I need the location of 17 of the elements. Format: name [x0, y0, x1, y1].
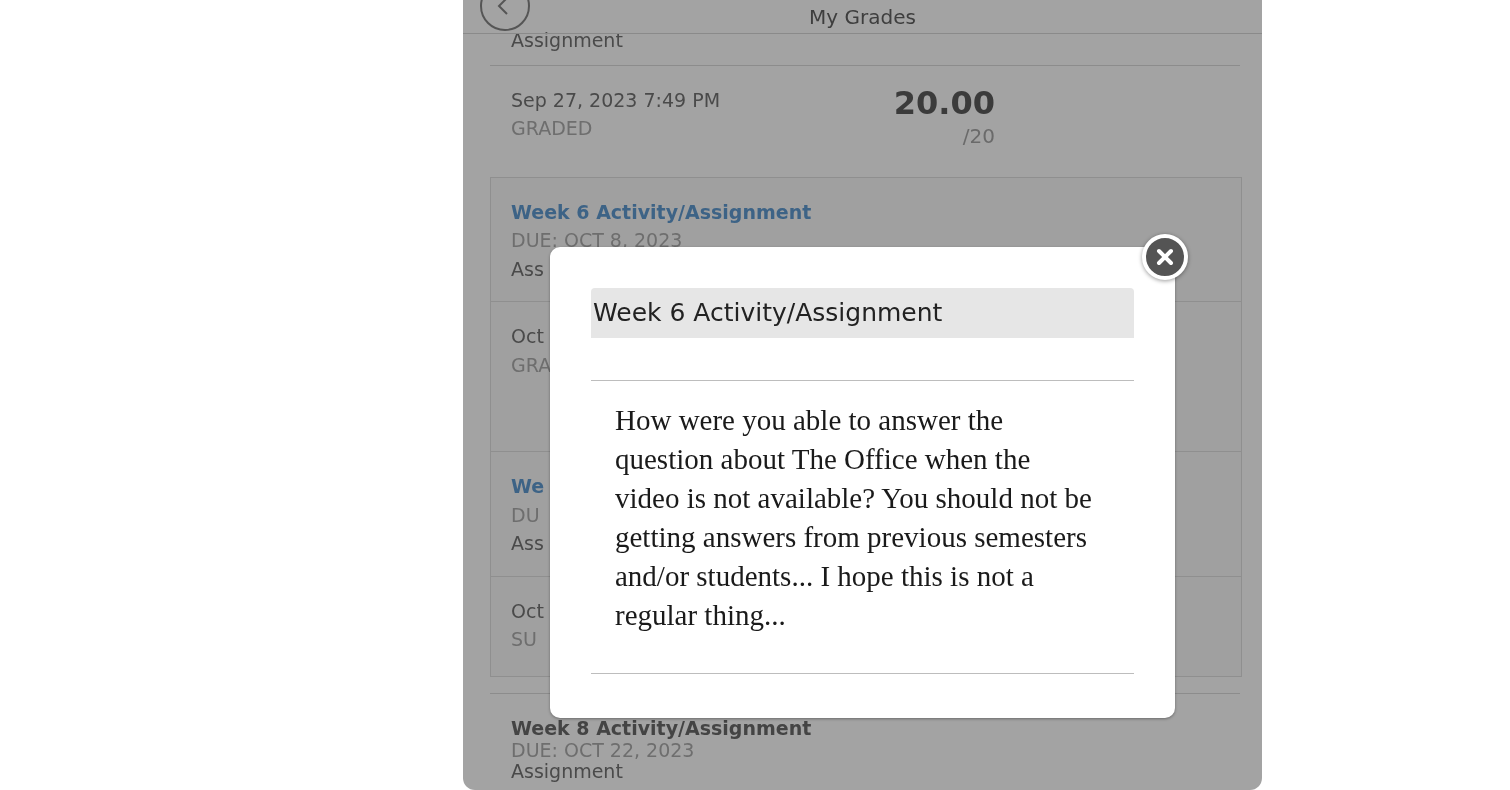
- attempt-date: Sep 27, 2023 7:49 PM: [511, 87, 721, 113]
- page-title: My Grades: [809, 6, 916, 27]
- item-title: Week 8 Activity/Assignment: [511, 717, 812, 740]
- modal-title: Week 6 Activity/Assignment: [591, 288, 1134, 338]
- item-link[interactable]: We: [511, 472, 545, 501]
- back-button[interactable]: [479, 0, 531, 32]
- item-link[interactable]: Week 6 Activity/Assignment: [511, 197, 812, 227]
- attempt-date: Oct: [511, 324, 544, 350]
- item-type: Ass: [511, 256, 544, 282]
- item-type: Assignment: [511, 761, 623, 784]
- close-icon: [1155, 247, 1175, 267]
- grade-total: /20: [962, 122, 995, 150]
- item-type: Assignment: [511, 28, 623, 53]
- attempt-date: Oct: [511, 598, 544, 624]
- feedback-text: How were you able to answer the question about The Office when the video is not available? You should not be getting answers from previous semesters and/or students... I hope this is not a regular thing...: [615, 402, 1093, 633]
- item-type: Ass: [511, 531, 544, 557]
- grade-score: 20.00: [893, 85, 995, 121]
